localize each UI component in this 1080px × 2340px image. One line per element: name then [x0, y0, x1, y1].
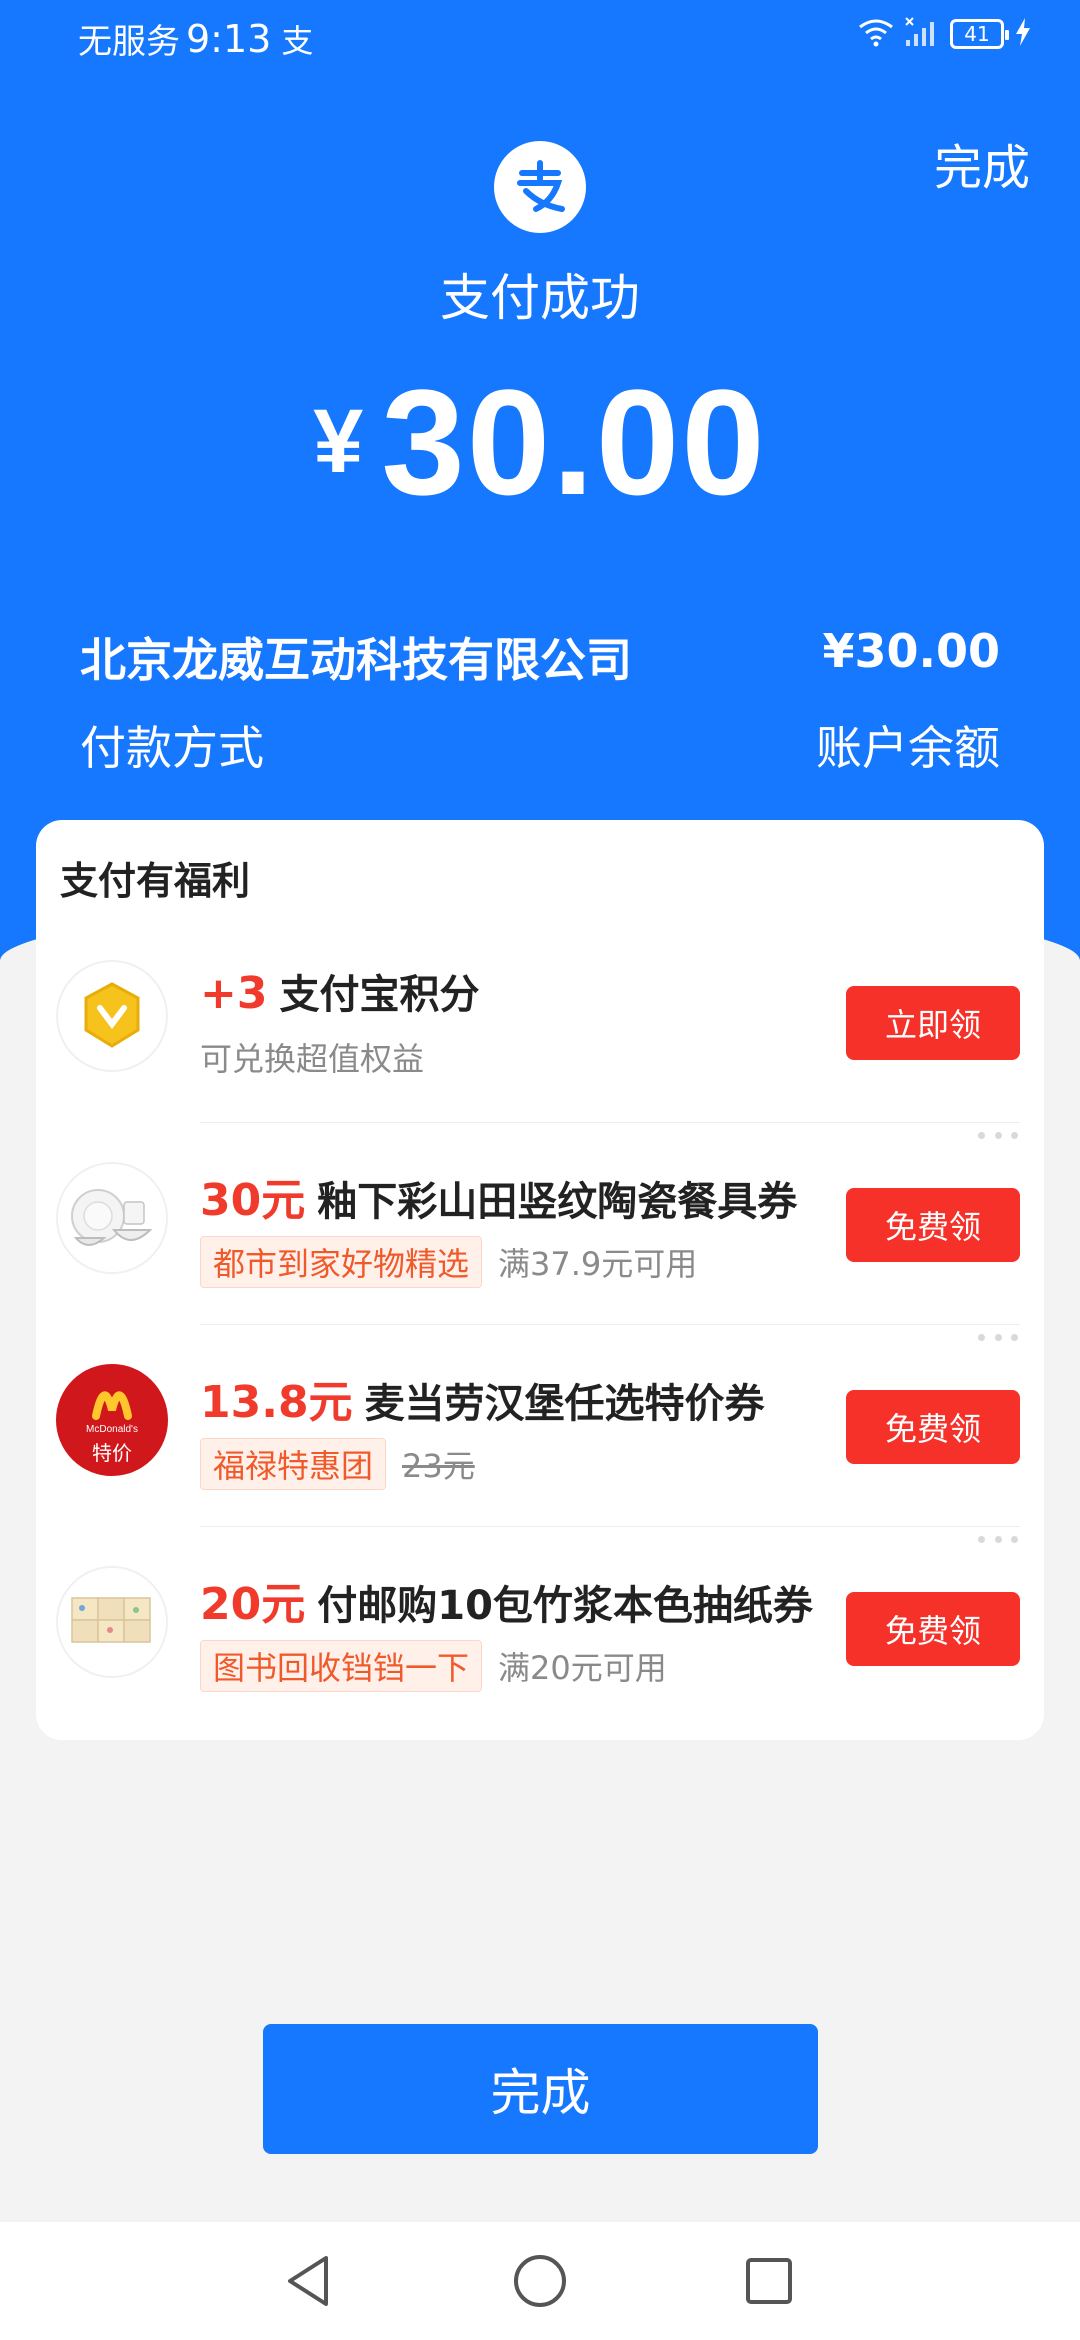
mcdonalds-logo: McDonald's 特价 — [56, 1364, 168, 1476]
currency-symbol: ¥ — [313, 392, 364, 492]
wifi-icon — [858, 17, 894, 51]
divider — [200, 1526, 1020, 1527]
claim-points-button[interactable]: 立即领 — [846, 986, 1020, 1060]
merchant-tag: 都市到家好物精选 — [200, 1236, 483, 1288]
battery-indicator: 41 — [950, 19, 1009, 49]
benefits-card: 支付有福利 +3 支付宝积分 可兑换超值权益 立即领 30元 釉下彩山田竖纹陶瓷… — [36, 820, 1044, 1740]
benefit-title: 付邮购10包竹浆本色抽纸券 — [317, 1583, 813, 1629]
mcdonalds-brand-text: McDonald's — [86, 1424, 138, 1435]
benefit-subtitle-line: 都市到家好物精选 满37.9元可用 — [200, 1236, 697, 1288]
done-button-top[interactable]: 完成 — [934, 128, 1030, 198]
benefit-highlight: 30元 — [200, 1175, 306, 1226]
points-medal-icon — [56, 960, 168, 1072]
clock: 9:13 — [186, 16, 272, 61]
benefit-item-tissue: 20元 付邮购10包竹浆本色抽纸券 图书回收铛铛一下 满20元可用 免费领 — [36, 1526, 1044, 1728]
benefit-subtitle: 可兑换超值权益 — [200, 1040, 425, 1078]
usage-condition: 满20元可用 — [498, 1649, 667, 1687]
benefit-title: 釉下彩山田竖纹陶瓷餐具券 — [317, 1179, 798, 1225]
amount-value: 30.00 — [381, 358, 767, 526]
payment-amount: ¥30.00 — [0, 356, 1080, 529]
benefit-item-points: +3 支付宝积分 可兑换超值权益 立即领 — [36, 920, 1044, 1122]
benefit-title-line: 20元 付邮购10包竹浆本色抽纸券 — [200, 1568, 813, 1632]
claim-coupon-button[interactable]: 免费领 — [846, 1592, 1020, 1666]
status-left: 无服务 9:13 支 — [78, 14, 313, 63]
merchant-tag: 福禄特惠团 — [200, 1438, 387, 1490]
back-nav-icon[interactable] — [276, 2248, 342, 2314]
benefit-highlight: 13.8元 — [200, 1377, 353, 1428]
more-options-icon[interactable] — [978, 1334, 1018, 1342]
tissue-pack-thumbnail — [56, 1566, 168, 1678]
benefit-item-mcdonalds: McDonald's 特价 13.8元 麦当劳汉堡任选特价券 福禄特惠团 23元 … — [36, 1324, 1044, 1526]
benefit-title-line: 30元 釉下彩山田竖纹陶瓷餐具券 — [200, 1164, 797, 1228]
benefit-item-tableware: 30元 釉下彩山田竖纹陶瓷餐具券 都市到家好物精选 满37.9元可用 免费领 — [36, 1122, 1044, 1324]
home-nav-icon[interactable] — [507, 2248, 573, 2314]
payment-method-row: 付款方式 账户余额 — [80, 712, 1000, 778]
status-bar: 无服务 9:13 支 41 — [0, 0, 1080, 76]
benefit-title-line: 13.8元 麦当劳汉堡任选特价券 — [200, 1366, 765, 1430]
tableware-thumbnail — [56, 1162, 168, 1274]
benefit-title: 麦当劳汉堡任选特价券 — [364, 1381, 765, 1427]
benefit-title-line: +3 支付宝积分 — [200, 962, 479, 1020]
claim-coupon-button[interactable]: 免费领 — [846, 1188, 1020, 1262]
system-nav-bar — [0, 2222, 1080, 2340]
original-price: 23元 — [402, 1447, 475, 1485]
more-options-icon[interactable] — [978, 1536, 1018, 1544]
payment-success-text: 支付成功 — [440, 269, 640, 327]
merchant-row: 北京龙威互动科技有限公司 ¥30.00 — [80, 624, 1000, 690]
usage-condition: 满37.9元可用 — [498, 1245, 698, 1283]
benefits-title: 支付有福利 — [60, 859, 251, 903]
payment-method-value: 账户余额 — [816, 721, 1000, 775]
charging-icon — [1014, 17, 1032, 51]
payment-method-label: 付款方式 — [80, 721, 264, 775]
done-button[interactable]: 完成 — [263, 2024, 818, 2154]
merchant-name: 北京龙威互动科技有限公司 — [80, 633, 632, 687]
recents-nav-icon[interactable] — [736, 2248, 802, 2314]
divider — [200, 1122, 1020, 1123]
special-price-text: 特价 — [92, 1441, 132, 1465]
divider — [200, 1324, 1020, 1325]
benefit-subtitle-line: 图书回收铛铛一下 满20元可用 — [200, 1640, 667, 1692]
benefit-highlight: 20元 — [200, 1579, 306, 1630]
benefit-subtitle-line: 可兑换超值权益 — [200, 1034, 424, 1080]
signal-icon — [904, 16, 940, 52]
benefit-highlight: +3 — [200, 968, 268, 1019]
benefit-title: 支付宝积分 — [279, 972, 480, 1018]
more-options-icon[interactable] — [978, 1132, 1018, 1140]
claim-coupon-button[interactable]: 免费领 — [846, 1390, 1020, 1464]
status-right: 41 — [858, 16, 1032, 52]
alipay-status-icon: 支 — [281, 21, 314, 60]
benefit-subtitle-line: 福禄特惠团 23元 — [200, 1438, 475, 1490]
alipay-logo-icon — [494, 141, 586, 233]
merchant-tag: 图书回收铛铛一下 — [200, 1640, 483, 1692]
merchant-amount: ¥30.00 — [822, 624, 1000, 678]
carrier-text: 无服务 — [78, 22, 180, 62]
